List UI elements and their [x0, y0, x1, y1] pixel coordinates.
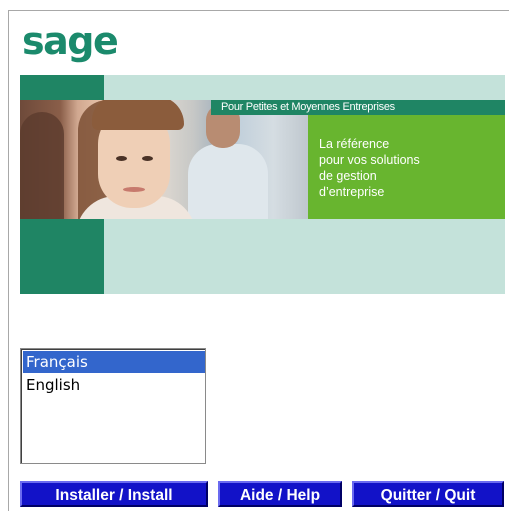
- sage-logo: sage: [22, 19, 119, 63]
- install-button[interactable]: Installer / Install: [20, 481, 208, 507]
- banner-photo: [20, 100, 308, 219]
- window-left-border: [8, 10, 9, 511]
- banner-slogan-line: pour vos solutions: [319, 153, 420, 167]
- quit-button[interactable]: Quitter / Quit: [352, 481, 504, 507]
- banner-slogan-line: d’entreprise: [319, 185, 385, 199]
- banner-dark-block-bottom: [20, 219, 104, 294]
- banner: Pour Petites et Moyennes Entreprises La …: [20, 75, 505, 294]
- banner-slogan-line: La référence: [319, 137, 390, 151]
- banner-tagline: Pour Petites et Moyennes Entreprises: [221, 101, 395, 113]
- banner-slogan-line: de gestion: [319, 169, 377, 183]
- language-option-english[interactable]: English: [23, 374, 205, 396]
- help-button[interactable]: Aide / Help: [218, 481, 342, 507]
- banner-slogan: La référence pour vos solutions de gesti…: [319, 136, 499, 200]
- window-top-border: [8, 10, 509, 11]
- language-listbox[interactable]: Français English: [20, 348, 206, 464]
- language-option-francais[interactable]: Français: [23, 351, 205, 373]
- banner-dark-block-top: [20, 75, 104, 100]
